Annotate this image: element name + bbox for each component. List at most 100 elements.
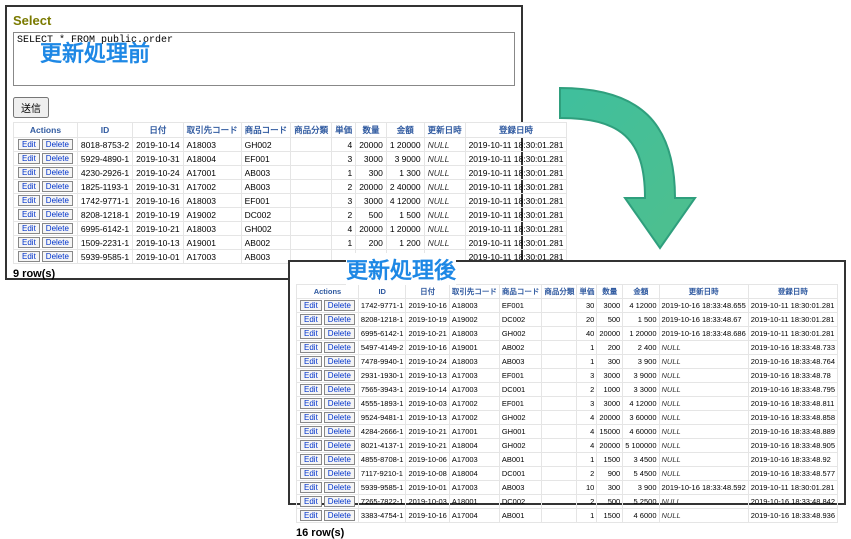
cell-cat: [542, 313, 577, 327]
cell-id: 1742-9771-1: [77, 194, 132, 208]
delete-button[interactable]: Delete: [324, 384, 355, 395]
delete-button[interactable]: Delete: [42, 181, 73, 192]
table-row: EditDelete7117-9210-12019-10-08A18004DC0…: [297, 467, 838, 481]
cell-upd: NULL: [424, 166, 465, 180]
table-row: EditDelete1742-9771-12019-10-16A18003EF0…: [14, 194, 567, 208]
cell-product: DC001: [499, 467, 542, 481]
delete-button[interactable]: Delete: [324, 440, 355, 451]
delete-button[interactable]: Delete: [42, 195, 73, 206]
cell-cat: [542, 425, 577, 439]
delete-button[interactable]: Delete: [42, 223, 73, 234]
table-row: EditDelete9524-9481-12019-10-13A17002GH0…: [297, 411, 838, 425]
cell-amt: 3 9000: [386, 152, 424, 166]
cell-qty: 500: [597, 313, 623, 327]
delete-button[interactable]: Delete: [324, 426, 355, 437]
col-header: 更新日時: [424, 123, 465, 138]
edit-button[interactable]: Edit: [300, 370, 322, 381]
edit-button[interactable]: Edit: [300, 300, 322, 311]
delete-button[interactable]: Delete: [324, 356, 355, 367]
cell-reg: 2019-10-16 18:33:48.811: [748, 397, 837, 411]
cell-cat: [542, 467, 577, 481]
edit-button[interactable]: Edit: [300, 482, 322, 493]
cell-upd: NULL: [424, 138, 465, 152]
delete-button[interactable]: Delete: [324, 454, 355, 465]
cell-qty: 500: [356, 208, 387, 222]
edit-button[interactable]: Edit: [18, 195, 40, 206]
edit-button[interactable]: Edit: [18, 209, 40, 220]
edit-button[interactable]: Edit: [300, 398, 322, 409]
delete-button[interactable]: Delete: [324, 370, 355, 381]
delete-button[interactable]: Delete: [42, 153, 73, 164]
table-row: EditDelete4284-2666-12019-10-21A17001GH0…: [297, 425, 838, 439]
sql-input[interactable]: [13, 32, 515, 86]
cell-qty: 500: [597, 495, 623, 509]
edit-button[interactable]: Edit: [300, 314, 322, 325]
delete-button[interactable]: Delete: [324, 342, 355, 353]
cell-partner: A18003: [183, 194, 241, 208]
cell-partner: A19002: [449, 313, 499, 327]
cell-qty: 300: [597, 355, 623, 369]
edit-button[interactable]: Edit: [300, 426, 322, 437]
cell-reg: 2019-10-11 18:30:01.281: [748, 313, 837, 327]
cell-upd: NULL: [424, 194, 465, 208]
cell-id: 1825-1193-1: [77, 180, 132, 194]
delete-button[interactable]: Delete: [324, 496, 355, 507]
delete-button[interactable]: Delete: [42, 251, 73, 262]
cell-qty: 3000: [597, 299, 623, 313]
delete-button[interactable]: Delete: [324, 482, 355, 493]
delete-button[interactable]: Delete: [42, 167, 73, 178]
delete-button[interactable]: Delete: [42, 139, 73, 150]
cell-cat: [542, 369, 577, 383]
delete-button[interactable]: Delete: [324, 314, 355, 325]
edit-button[interactable]: Edit: [300, 440, 322, 451]
edit-button[interactable]: Edit: [18, 251, 40, 262]
edit-button[interactable]: Edit: [18, 223, 40, 234]
cell-reg: 2019-10-11 18:30:01.281: [748, 299, 837, 313]
cell-upd: NULL: [659, 355, 748, 369]
cell-qty: 20000: [597, 411, 623, 425]
delete-button[interactable]: Delete: [324, 412, 355, 423]
edit-button[interactable]: Edit: [300, 384, 322, 395]
edit-button[interactable]: Edit: [18, 181, 40, 192]
table-row: EditDelete5929-4890-12019-10-31A18004EF0…: [14, 152, 567, 166]
edit-button[interactable]: Edit: [300, 468, 322, 479]
cell-price: 4: [577, 439, 597, 453]
after-panel: ActionsID日付取引先コード商品コード商品分類単価数量金額更新日時登録日時…: [288, 260, 846, 505]
cell-amt: 3 3000: [623, 383, 659, 397]
cell-product: AB003: [241, 166, 291, 180]
edit-button[interactable]: Edit: [300, 342, 322, 353]
cell-partner: A18004: [449, 439, 499, 453]
edit-button[interactable]: Edit: [18, 139, 40, 150]
cell-date: 2019-10-16: [133, 194, 183, 208]
cell-product: AB003: [241, 180, 291, 194]
cell-id: 7265-7822-1: [358, 495, 406, 509]
edit-button[interactable]: Edit: [300, 328, 322, 339]
delete-button[interactable]: Delete: [42, 237, 73, 248]
cell-product: GH002: [499, 411, 542, 425]
cell-date: 2019-10-19: [406, 313, 449, 327]
cell-partner: A17001: [449, 425, 499, 439]
cell-price: 2: [577, 467, 597, 481]
cell-price: 2: [332, 208, 356, 222]
table-row: EditDelete1742-9771-12019-10-16A18003EF0…: [297, 299, 838, 313]
edit-button[interactable]: Edit: [300, 356, 322, 367]
edit-button[interactable]: Edit: [18, 167, 40, 178]
edit-button[interactable]: Edit: [300, 454, 322, 465]
cell-date: 2019-10-08: [406, 467, 449, 481]
delete-button[interactable]: Delete: [324, 398, 355, 409]
delete-button[interactable]: Delete: [324, 300, 355, 311]
cell-cat: [542, 341, 577, 355]
delete-button[interactable]: Delete: [324, 468, 355, 479]
edit-button[interactable]: Edit: [18, 153, 40, 164]
delete-button[interactable]: Delete: [324, 510, 355, 521]
table-row: EditDelete4855-8708-12019-10-06A17003AB0…: [297, 453, 838, 467]
delete-button[interactable]: Delete: [324, 328, 355, 339]
delete-button[interactable]: Delete: [42, 209, 73, 220]
cell-price: 1: [577, 341, 597, 355]
submit-button[interactable]: 送信: [13, 97, 49, 118]
edit-button[interactable]: Edit: [300, 412, 322, 423]
cell-amt: 5 4500: [623, 467, 659, 481]
edit-button[interactable]: Edit: [18, 237, 40, 248]
edit-button[interactable]: Edit: [300, 496, 322, 507]
edit-button[interactable]: Edit: [300, 510, 322, 521]
